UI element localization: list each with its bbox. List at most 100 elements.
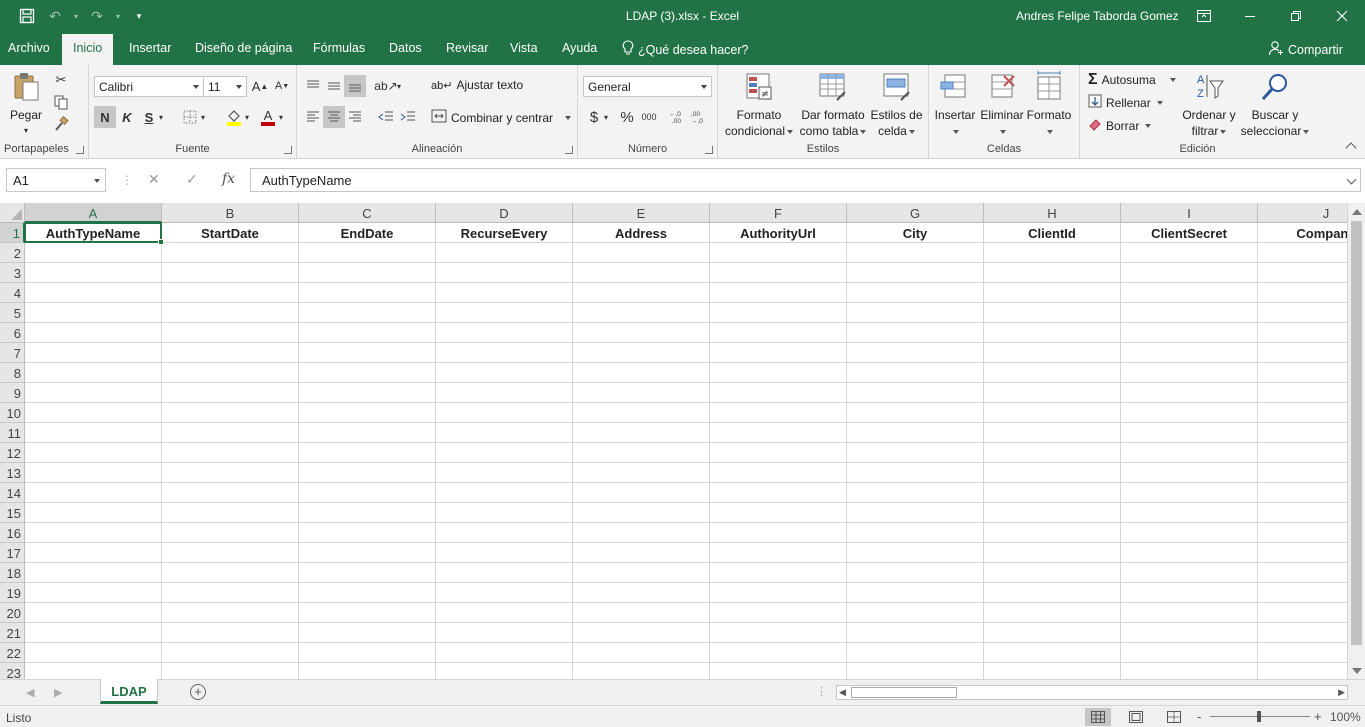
cell-i2[interactable] xyxy=(1121,243,1258,263)
cell-e18[interactable] xyxy=(573,563,710,583)
cell-g9[interactable] xyxy=(847,383,984,403)
cell-b20[interactable] xyxy=(162,603,299,623)
cell-j9[interactable] xyxy=(1258,383,1347,403)
currency-dropdown-icon[interactable]: ▾ xyxy=(600,106,612,128)
column-header-c[interactable]: C xyxy=(299,203,436,223)
row-header-10[interactable]: 10 xyxy=(0,403,25,423)
cell-g4[interactable] xyxy=(847,283,984,303)
page-break-view-icon[interactable] xyxy=(1161,708,1187,726)
cell-f10[interactable] xyxy=(710,403,847,423)
cell-j5[interactable] xyxy=(1258,303,1347,323)
cell-h7[interactable] xyxy=(984,343,1121,363)
redo-icon[interactable]: ↷ xyxy=(86,6,108,26)
cell-e16[interactable] xyxy=(573,523,710,543)
cell-f6[interactable] xyxy=(710,323,847,343)
cell-c20[interactable] xyxy=(299,603,436,623)
cell-h16[interactable] xyxy=(984,523,1121,543)
cell-g7[interactable] xyxy=(847,343,984,363)
cell-j12[interactable] xyxy=(1258,443,1347,463)
row-header-13[interactable]: 13 xyxy=(0,463,25,483)
cell-f22[interactable] xyxy=(710,643,847,663)
row-header-19[interactable]: 19 xyxy=(0,583,25,603)
cell-e7[interactable] xyxy=(573,343,710,363)
cell-c9[interactable] xyxy=(299,383,436,403)
insert-cells-button[interactable]: Insertar xyxy=(933,71,977,139)
column-header-j[interactable]: J xyxy=(1258,203,1347,223)
cell-f14[interactable] xyxy=(710,483,847,503)
cell-b8[interactable] xyxy=(162,363,299,383)
borders-dropdown-icon[interactable]: ▾ xyxy=(198,106,208,128)
cell-i5[interactable] xyxy=(1121,303,1258,323)
row-header-1[interactable]: 1 xyxy=(0,223,25,243)
cell-d13[interactable] xyxy=(436,463,573,483)
cell-e23[interactable] xyxy=(573,663,710,679)
collapse-ribbon-icon[interactable] xyxy=(1345,142,1357,154)
cell-g3[interactable] xyxy=(847,263,984,283)
cell-d21[interactable] xyxy=(436,623,573,643)
italic-button[interactable]: K xyxy=(116,106,138,128)
enter-icon[interactable]: ✓ xyxy=(186,171,198,188)
cell-e11[interactable] xyxy=(573,423,710,443)
expand-formula-bar-icon[interactable] xyxy=(1346,174,1357,185)
cell-f8[interactable] xyxy=(710,363,847,383)
cell-h3[interactable] xyxy=(984,263,1121,283)
cell-a9[interactable] xyxy=(25,383,162,403)
cell-f3[interactable] xyxy=(710,263,847,283)
cell-b11[interactable] xyxy=(162,423,299,443)
cell-i20[interactable] xyxy=(1121,603,1258,623)
cell-d5[interactable] xyxy=(436,303,573,323)
cell-g8[interactable] xyxy=(847,363,984,383)
cell-c7[interactable] xyxy=(299,343,436,363)
cell-b17[interactable] xyxy=(162,543,299,563)
cell-c23[interactable] xyxy=(299,663,436,679)
tab-vista[interactable]: Vista xyxy=(510,41,538,55)
cell-g15[interactable] xyxy=(847,503,984,523)
cell-a23[interactable] xyxy=(25,663,162,679)
cell-h20[interactable] xyxy=(984,603,1121,623)
cell-d22[interactable] xyxy=(436,643,573,663)
cell-b3[interactable] xyxy=(162,263,299,283)
cell-g10[interactable] xyxy=(847,403,984,423)
cell-h19[interactable] xyxy=(984,583,1121,603)
cell-b19[interactable] xyxy=(162,583,299,603)
row-header-15[interactable]: 15 xyxy=(0,503,25,523)
cell-g19[interactable] xyxy=(847,583,984,603)
sheet-next-icon[interactable]: ▶ xyxy=(54,686,62,699)
row-header-14[interactable]: 14 xyxy=(0,483,25,503)
cell-i23[interactable] xyxy=(1121,663,1258,679)
cell-j19[interactable] xyxy=(1258,583,1347,603)
percent-button[interactable]: % xyxy=(616,106,638,128)
row-header-16[interactable]: 16 xyxy=(0,523,25,543)
cell-e8[interactable] xyxy=(573,363,710,383)
cell-j11[interactable] xyxy=(1258,423,1347,443)
merge-center-dropdown-icon[interactable] xyxy=(565,115,572,120)
cell-b15[interactable] xyxy=(162,503,299,523)
cell-a17[interactable] xyxy=(25,543,162,563)
align-top-icon[interactable] xyxy=(302,75,324,97)
zoom-in-button[interactable]: + xyxy=(1314,709,1322,724)
align-right-icon[interactable] xyxy=(344,106,366,128)
cell-b4[interactable] xyxy=(162,283,299,303)
cell-g18[interactable] xyxy=(847,563,984,583)
sheet-prev-icon[interactable]: ◀ xyxy=(26,686,34,699)
cell-e15[interactable] xyxy=(573,503,710,523)
cell-f19[interactable] xyxy=(710,583,847,603)
cell-d6[interactable] xyxy=(436,323,573,343)
format-cells-button[interactable]: Formato xyxy=(1026,71,1072,139)
cell-h11[interactable] xyxy=(984,423,1121,443)
cell-j7[interactable] xyxy=(1258,343,1347,363)
cell-b13[interactable] xyxy=(162,463,299,483)
horizontal-scrollbar[interactable]: ◀ ▶ xyxy=(836,685,1348,700)
cell-d3[interactable] xyxy=(436,263,573,283)
cell-e14[interactable] xyxy=(573,483,710,503)
row-header-3[interactable]: 3 xyxy=(0,263,25,283)
align-bottom-icon[interactable] xyxy=(344,75,366,97)
formula-bar-grip-icon[interactable]: ⋮ xyxy=(121,173,133,187)
cell-f15[interactable] xyxy=(710,503,847,523)
orientation-dropdown-icon[interactable]: ▾ xyxy=(394,75,404,97)
row-header-4[interactable]: 4 xyxy=(0,283,25,303)
scroll-left-icon[interactable]: ◀ xyxy=(839,687,846,698)
cell-h1[interactable]: ClientId xyxy=(984,223,1121,243)
row-header-20[interactable]: 20 xyxy=(0,603,25,623)
cell-c8[interactable] xyxy=(299,363,436,383)
